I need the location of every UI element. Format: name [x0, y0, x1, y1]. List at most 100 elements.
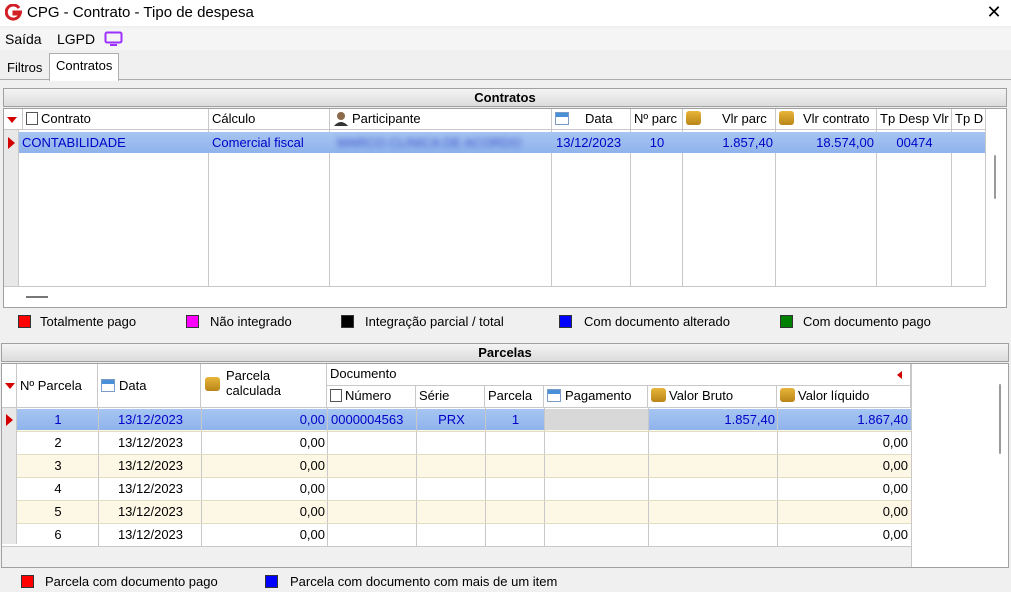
vertical-scrollbar[interactable]: [999, 384, 1001, 454]
menu-lgpd[interactable]: LGPD: [57, 31, 95, 47]
sort-triangle-icon: [7, 117, 17, 123]
calendar-icon: [555, 112, 569, 125]
tab-strip: Filtros Contratos: [0, 52, 1011, 81]
coins-icon: [205, 377, 220, 391]
vertical-scrollbar[interactable]: [994, 155, 996, 199]
cell-nparcela: 1: [17, 409, 99, 430]
legend-label: Não integrado: [210, 314, 292, 329]
cell-data: 13/12/2023: [117, 504, 184, 519]
col-serie[interactable]: Série: [416, 386, 485, 408]
col-valor-liquido[interactable]: Valor líquido: [777, 386, 911, 408]
document-icon: [26, 112, 38, 125]
col-tp-d[interactable]: Tp D: [952, 109, 986, 130]
parcelas-section-header: Parcelas: [1, 343, 1009, 362]
cell-nparcela: 6: [54, 527, 62, 542]
col-pagamento[interactable]: Pagamento: [544, 386, 648, 408]
horizontal-scrollbar[interactable]: [26, 296, 48, 298]
cell-parcela: 1: [486, 409, 545, 430]
cell-calc: 0,00: [202, 409, 328, 430]
col-parcela-calculada[interactable]: Parcela calculada: [201, 364, 327, 408]
menu-saida[interactable]: Saída: [5, 31, 42, 47]
col-group-documento-label: Documento: [330, 366, 397, 381]
table-row[interactable]: CONTABILIDADE Comercial fiscal MARCO CLI…: [19, 132, 985, 153]
cell-participante-redacted: MARCO CLINICA DE ACORDO: [337, 135, 522, 150]
col-vlr-contrato[interactable]: Vlr contrato: [776, 109, 877, 130]
col-pagamento-label: Pagamento: [565, 388, 632, 403]
document-icon: [330, 389, 342, 402]
cell-nparcela: 3: [54, 458, 62, 473]
horizontal-scrollbar[interactable]: [2, 546, 911, 567]
cell-valor-liquido: 1.867,40: [778, 409, 911, 430]
coins-icon: [651, 388, 666, 402]
col-nparc[interactable]: Nº parc: [631, 109, 683, 130]
legend-swatch-green: [780, 315, 793, 328]
coins-icon: [780, 388, 795, 402]
title-bar: CPG - Contrato - Tipo de despesa ✕: [0, 0, 1011, 26]
col-group-documento[interactable]: Documento: [327, 364, 911, 386]
cell-vlr-parc: 1.857,40: [722, 135, 773, 150]
cell-pagamento[interactable]: [545, 409, 649, 430]
monitor-icon[interactable]: [104, 31, 123, 47]
row-pointer-icon: [6, 414, 13, 426]
contratos-grid: Contrato Cálculo Participante Data Nº pa…: [3, 108, 1007, 308]
cell-vlr-contrato: 18.574,00: [816, 135, 874, 150]
coins-icon: [686, 111, 701, 125]
cell-valor-liquido: 0,00: [882, 458, 908, 473]
col-participante[interactable]: Participante: [330, 109, 552, 130]
cell-calc: 0,00: [299, 527, 325, 542]
cell-valor-liquido: 0,00: [882, 481, 908, 496]
col-parcela-calculada-label: Parcela calculada: [226, 368, 281, 398]
collapse-arrow-icon[interactable]: [897, 371, 902, 379]
legend-swatch-red: [21, 575, 34, 588]
tab-contratos[interactable]: Contratos: [49, 53, 120, 81]
cell-valor-liquido: 0,00: [882, 527, 908, 542]
cell-calc: 0,00: [299, 504, 325, 519]
tab-filtros[interactable]: Filtros: [1, 56, 48, 80]
cell-calc: 0,00: [299, 481, 325, 496]
calendar-icon: [101, 379, 115, 392]
col-vlr-parc[interactable]: Vlr parc: [683, 109, 776, 130]
cell-valor-liquido: 0,00: [882, 435, 908, 450]
col-nparcela[interactable]: Nº Parcela: [17, 364, 98, 408]
cell-numero: 0000004563: [328, 409, 417, 430]
col-vlr-contrato-label: Vlr contrato: [803, 111, 870, 126]
row-indicator-header[interactable]: [2, 364, 17, 408]
legend-swatch-blue: [265, 575, 278, 588]
cell-nparcela: 5: [54, 504, 62, 519]
cell-nparcela: 4: [54, 481, 62, 496]
legend-swatch-red: [18, 315, 31, 328]
col-data[interactable]: Data: [98, 364, 201, 408]
cell-valor-liquido: 0,00: [882, 504, 908, 519]
legend-swatch-blue: [559, 315, 572, 328]
parcelas-grid: Nº Parcela Data Parcela calculada Docume…: [1, 363, 1009, 568]
col-valor-bruto[interactable]: Valor Bruto: [648, 386, 777, 408]
row-indicator-header[interactable]: [4, 109, 23, 130]
col-valor-liquido-label: Valor líquido: [798, 388, 870, 403]
col-calculo[interactable]: Cálculo: [209, 109, 330, 130]
contratos-section-header: Contratos: [3, 88, 1007, 107]
col-tp-desp-vlr[interactable]: Tp Desp Vlr: [877, 109, 952, 130]
col-parcela[interactable]: Parcela: [485, 386, 544, 408]
col-data-label: Data: [585, 111, 613, 126]
col-nparc-label: Nº parc: [634, 111, 678, 126]
col-data[interactable]: Data: [552, 109, 631, 130]
parcelas-legend: Parcela com documento pago Parcela com d…: [21, 574, 721, 591]
col-numero[interactable]: Número: [327, 386, 416, 408]
cell-data: 13/12/2023: [117, 481, 184, 496]
person-icon: [334, 112, 348, 126]
cell-nparcela: 2: [54, 435, 62, 450]
cell-calc: 0,00: [299, 435, 325, 450]
legend-label: Com documento pago: [803, 314, 931, 329]
col-tp-d-label: Tp D: [955, 111, 984, 126]
col-contrato[interactable]: Contrato: [23, 109, 209, 130]
cell-calculo: Comercial fiscal: [212, 135, 304, 150]
close-icon[interactable]: ✕: [983, 1, 1005, 23]
legend-label: Integração parcial / total: [365, 314, 504, 329]
app-logo-icon: [5, 4, 22, 21]
sort-triangle-icon: [5, 383, 15, 389]
col-vlr-parc-label: Vlr parc: [722, 111, 767, 126]
cell-serie: PRX: [417, 409, 486, 430]
legend-label: Parcela com documento com mais de um ite…: [290, 574, 558, 589]
coins-icon: [779, 111, 794, 125]
legend-swatch-magenta: [186, 315, 199, 328]
